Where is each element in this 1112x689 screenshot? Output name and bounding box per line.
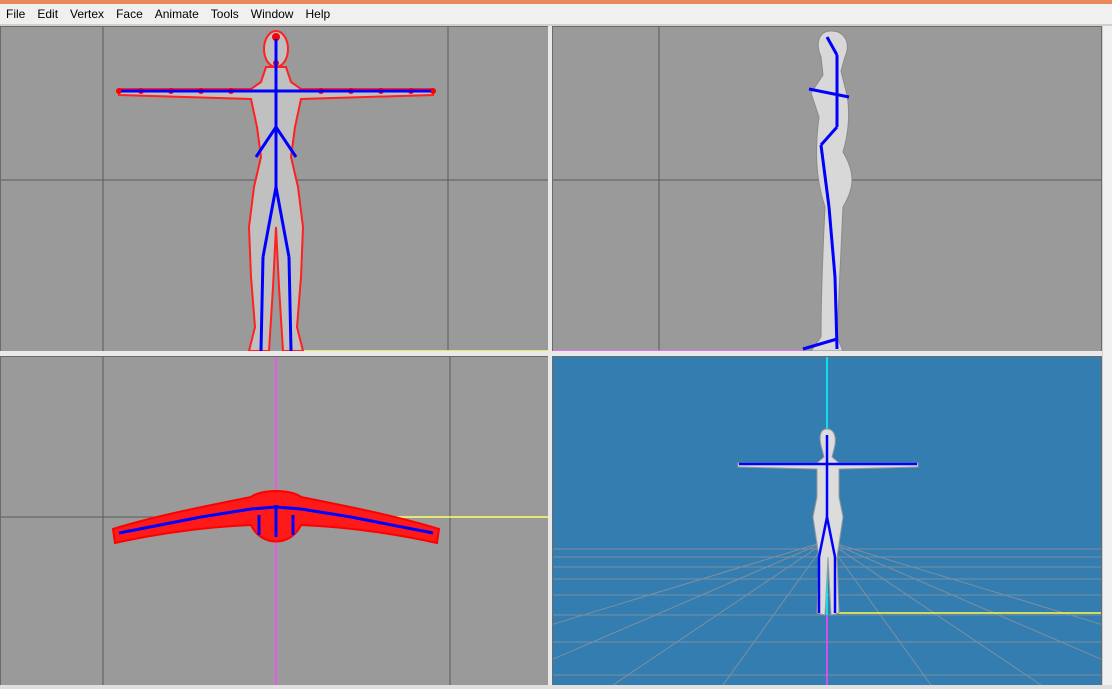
perspective-viewport[interactable] bbox=[552, 356, 1102, 686]
horizontal-splitter[interactable] bbox=[0, 351, 1102, 356]
character-model-side bbox=[810, 30, 853, 352]
menu-file[interactable]: File bbox=[0, 4, 31, 24]
menu-animate[interactable]: Animate bbox=[149, 4, 205, 24]
top-view-canvas[interactable] bbox=[1, 357, 549, 685]
skeleton-perspective bbox=[739, 435, 917, 613]
menu-window[interactable]: Window bbox=[245, 4, 300, 24]
perspective-view-canvas[interactable] bbox=[553, 357, 1101, 685]
bottom-edge-strip bbox=[0, 685, 1112, 689]
menu-help[interactable]: Help bbox=[299, 4, 336, 24]
skeleton-front bbox=[121, 39, 431, 352]
vertical-splitter[interactable] bbox=[548, 26, 552, 686]
menu-bar: File Edit Vertex Face Animate Tools Wind… bbox=[0, 4, 1112, 24]
menu-vertex[interactable]: Vertex bbox=[64, 4, 110, 24]
menu-tools[interactable]: Tools bbox=[205, 4, 245, 24]
front-viewport[interactable] bbox=[0, 26, 550, 353]
side-view-canvas[interactable] bbox=[553, 27, 1101, 352]
side-viewport[interactable] bbox=[552, 26, 1102, 353]
right-edge-strip bbox=[1102, 26, 1112, 686]
top-viewport[interactable] bbox=[0, 356, 550, 686]
menu-edit[interactable]: Edit bbox=[31, 4, 64, 24]
front-view-canvas[interactable] bbox=[1, 27, 549, 352]
menu-face[interactable]: Face bbox=[110, 4, 149, 24]
